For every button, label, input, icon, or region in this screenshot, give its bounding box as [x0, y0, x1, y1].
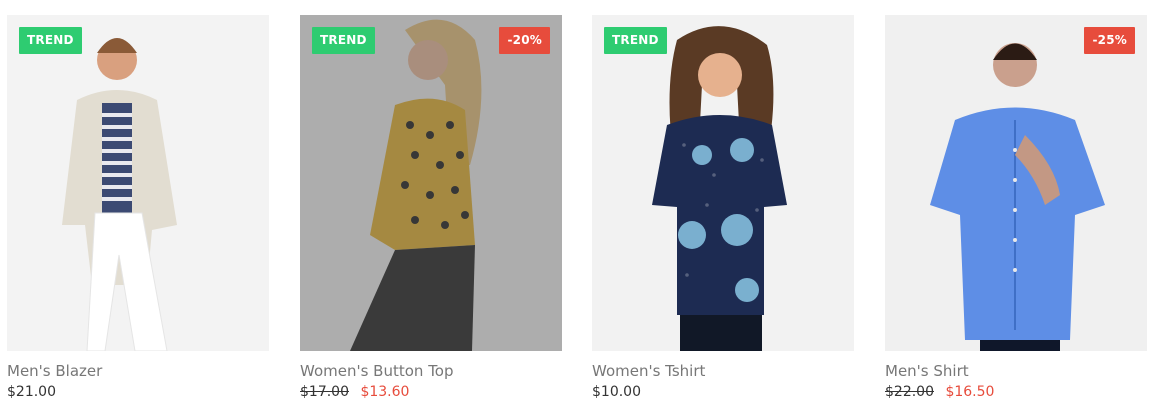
product-card-mens-blazer[interactable]: TREND Men's Blazer $21.00	[7, 15, 269, 400]
product-photo	[592, 15, 854, 351]
price-value: $10.00	[592, 384, 641, 400]
old-price: $22.00	[885, 384, 934, 400]
trend-badge: TREND	[19, 27, 82, 54]
product-card-womens-button-top[interactable]: TREND -20% Women's Button Top $17.00 $13…	[300, 15, 562, 400]
product-price: $10.00	[592, 384, 854, 400]
sale-price: $16.50	[945, 384, 995, 400]
product-card-mens-shirt[interactable]: -25% Men's Shirt $22.00 $16.50	[885, 15, 1147, 400]
sale-price: $13.60	[360, 384, 410, 400]
sale-badge: -25%	[1084, 27, 1135, 54]
product-grid: TREND Men's Blazer $21.00 TREND -20% Wom…	[0, 0, 1153, 419]
product-photo	[7, 15, 269, 351]
product-name[interactable]: Men's Blazer	[7, 362, 269, 380]
product-image-mens-blazer[interactable]: TREND	[7, 15, 269, 351]
product-image-womens-button-top[interactable]: TREND -20%	[300, 15, 562, 351]
product-card-womens-tshirt[interactable]: TREND Women's Tshirt $10.00	[592, 15, 854, 400]
sale-badge: -20%	[499, 27, 550, 54]
product-price: $21.00	[7, 384, 269, 400]
product-price: $17.00 $13.60	[300, 384, 562, 400]
product-name[interactable]: Women's Tshirt	[592, 362, 854, 380]
product-image-womens-tshirt[interactable]: TREND	[592, 15, 854, 351]
product-photo	[885, 15, 1147, 351]
old-price: $17.00	[300, 384, 349, 400]
product-photo	[300, 15, 562, 351]
trend-badge: TREND	[312, 27, 375, 54]
product-name[interactable]: Men's Shirt	[885, 362, 1147, 380]
price-value: $21.00	[7, 384, 56, 400]
trend-badge: TREND	[604, 27, 667, 54]
product-name[interactable]: Women's Button Top	[300, 362, 562, 380]
product-image-mens-shirt[interactable]: -25%	[885, 15, 1147, 351]
product-price: $22.00 $16.50	[885, 384, 1147, 400]
